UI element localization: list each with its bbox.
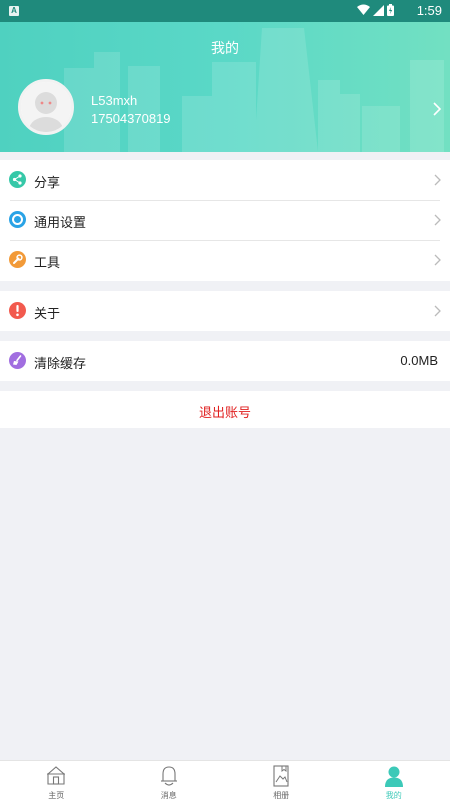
broom-icon [9, 352, 26, 369]
user-name: L53mxh [91, 93, 138, 108]
bell-icon [160, 766, 177, 786]
logout-button[interactable]: 退出账号 [0, 391, 450, 428]
tab-label: 相册 [273, 791, 290, 800]
tab-album[interactable]: 相册 [225, 761, 338, 800]
status-time: 1:59 [416, 3, 442, 18]
chevron-right-icon[interactable] [433, 102, 441, 116]
status-icons [357, 4, 394, 16]
signal-icon [373, 4, 384, 16]
profile-icon [384, 766, 403, 787]
avatar[interactable] [18, 79, 74, 135]
bottom-tab-bar: 主页 消息 相册 我的 [0, 760, 450, 800]
cache-size: 0.0MB [400, 353, 438, 368]
info-icon [9, 302, 26, 319]
share-icon [9, 171, 26, 188]
profile-header[interactable]: 我的 L53mxh 17504370819 [0, 22, 450, 152]
page-title: 我的 [211, 40, 239, 56]
tools-icon [9, 251, 26, 268]
menu-item-about[interactable]: 关于 [0, 291, 450, 331]
menu-group-main: 分享 通用设置 工具 [0, 160, 450, 281]
menu-item-label: 关于 [34, 306, 61, 321]
tab-label: 主页 [48, 791, 65, 800]
battery-icon [387, 4, 394, 16]
logout-label: 退出账号 [198, 405, 251, 420]
chevron-right-icon [434, 214, 441, 226]
menu-item-tools[interactable]: 工具 [0, 240, 450, 280]
menu-group-about: 关于 [0, 291, 450, 331]
tab-profile[interactable]: 我的 [338, 761, 450, 800]
home-icon [47, 766, 66, 785]
settings-icon [9, 211, 26, 228]
chevron-right-icon [434, 174, 441, 186]
tab-label: 消息 [160, 791, 177, 800]
tab-label: 我的 [385, 791, 402, 800]
status-bar: A 1:59 [0, 0, 450, 22]
menu-group-cache: 清除缓存 0.0MB [0, 341, 450, 381]
user-phone: 17504370819 [91, 111, 171, 126]
menu-item-label: 通用设置 [34, 215, 87, 230]
chevron-right-icon [434, 305, 441, 317]
chevron-right-icon [434, 254, 441, 266]
notification-icon: A [9, 6, 19, 16]
tab-messages[interactable]: 消息 [113, 761, 226, 800]
menu-item-label: 工具 [34, 255, 61, 270]
album-icon [273, 765, 289, 787]
tab-home[interactable]: 主页 [0, 761, 113, 800]
menu-item-label: 分享 [34, 175, 61, 190]
menu-item-clear-cache[interactable]: 清除缓存 0.0MB [0, 341, 450, 381]
menu-item-label: 清除缓存 [34, 356, 87, 371]
menu-item-share[interactable]: 分享 [0, 160, 450, 200]
menu-item-general-settings[interactable]: 通用设置 [0, 200, 450, 240]
wifi-icon [357, 4, 370, 15]
default-avatar-icon [21, 82, 71, 132]
